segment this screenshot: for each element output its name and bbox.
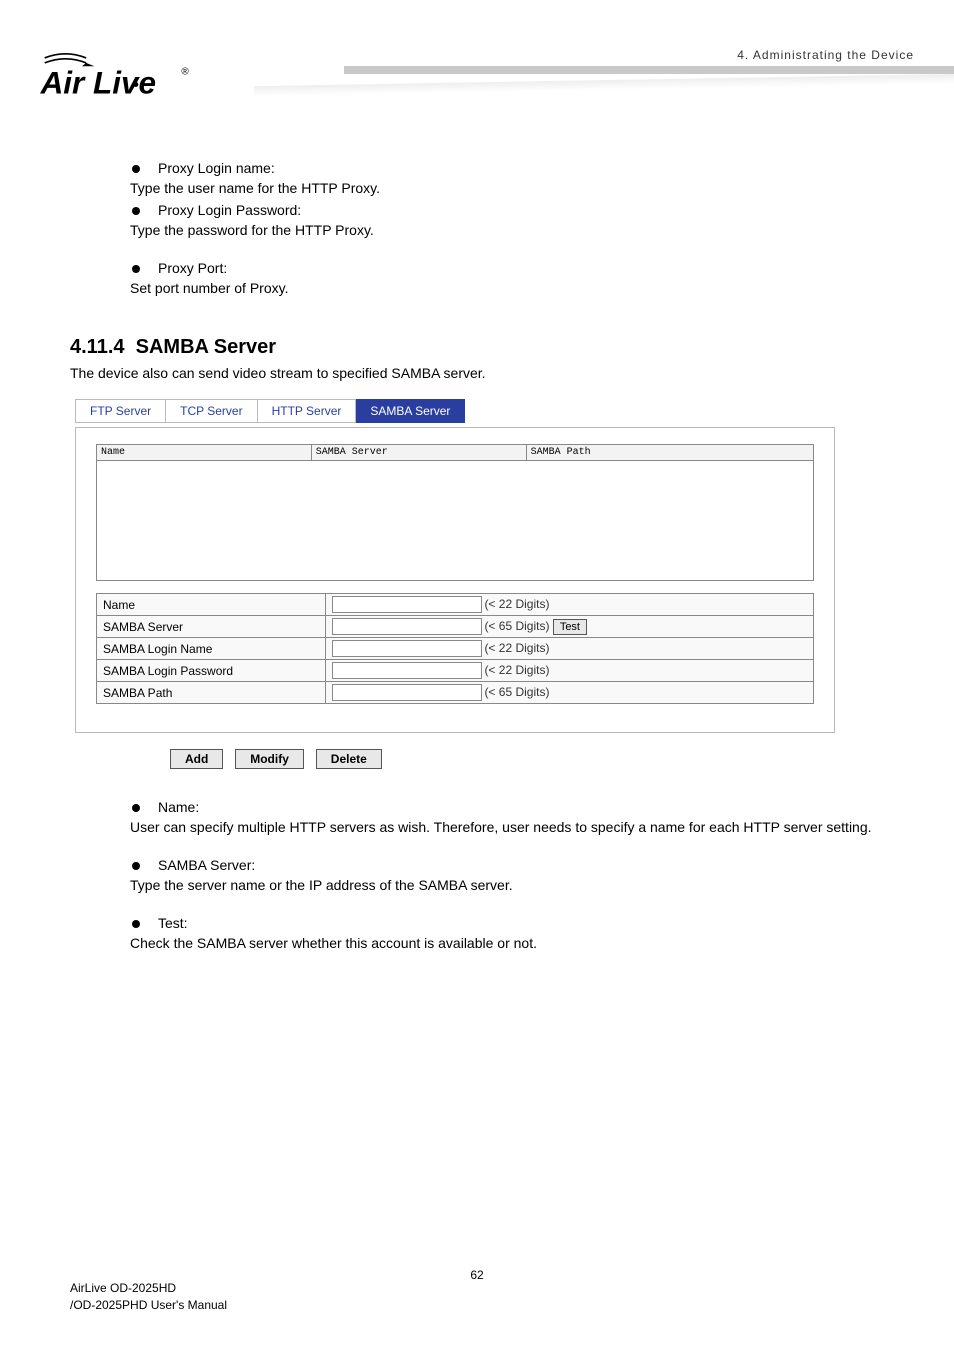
footer: AirLive OD-2025HD /OD-2025PHD User's Man…	[70, 1280, 227, 1314]
bullet-icon	[132, 920, 140, 928]
screenshot-panel: FTP Server TCP Server HTTP Server SAMBA …	[75, 399, 835, 769]
page-number: 62	[470, 1268, 483, 1282]
bullet-desc: Type the password for the HTTP Proxy.	[130, 222, 910, 238]
input-server[interactable]	[332, 618, 482, 635]
airlive-logo: Air Live ®	[40, 48, 240, 109]
header-shade	[254, 74, 954, 96]
bullet-icon	[132, 804, 140, 812]
header-bar	[344, 66, 954, 74]
label-login-password: SAMBA Login Password	[97, 660, 326, 682]
bullet-label: Proxy Login Password:	[158, 202, 301, 218]
bullet-desc: Set port number of Proxy.	[130, 280, 910, 296]
bullet-label: Test:	[158, 915, 188, 931]
bullet-icon	[132, 862, 140, 870]
row-login-password: SAMBA Login Password (< 22 Digits)	[97, 660, 814, 682]
bullet-icon	[132, 265, 140, 273]
bullet-desc: User can specify multiple HTTP servers a…	[130, 819, 910, 835]
bullet-icon	[132, 165, 140, 173]
label-name: Name	[97, 594, 326, 616]
lower-bullets: Name: User can specify multiple HTTP ser…	[130, 799, 910, 951]
bullet-desc: Check the SAMBA server whether this acco…	[130, 935, 910, 951]
tab-tcp[interactable]: TCP Server	[166, 399, 257, 423]
hint: (< 65 Digits)	[484, 685, 549, 699]
samba-form: Name (< 22 Digits) SAMBA Server (< 65 Di…	[96, 593, 814, 704]
bullet-label: Name:	[158, 799, 199, 815]
svg-text:®: ®	[181, 67, 189, 78]
tab-ftp[interactable]: FTP Server	[75, 399, 166, 423]
input-login-password[interactable]	[332, 662, 482, 679]
breadcrumb: 4. Administrating the Device	[737, 48, 914, 62]
section-heading: 4.11.4 SAMBA Server	[70, 336, 910, 359]
svg-text:Air Live: Air Live	[40, 66, 156, 101]
bullet-desc: Type the server name or the IP address o…	[130, 877, 910, 893]
bullet-label: SAMBA Server:	[158, 857, 255, 873]
section-desc: The device also can send video stream to…	[70, 365, 910, 381]
input-path[interactable]	[332, 684, 482, 701]
server-list-body[interactable]	[96, 461, 814, 581]
tab-samba[interactable]: SAMBA Server	[356, 399, 465, 423]
main-content: Proxy Login name: Type the user name for…	[130, 160, 910, 957]
label-login-name: SAMBA Login Name	[97, 638, 326, 660]
input-name[interactable]	[332, 596, 482, 613]
samba-panel: Name SAMBA Server SAMBA Path Name (< 22 …	[75, 427, 835, 733]
tab-bar: FTP Server TCP Server HTTP Server SAMBA …	[75, 399, 835, 423]
label-server: SAMBA Server	[97, 616, 326, 638]
hint: (< 22 Digits)	[484, 597, 549, 611]
input-login-name[interactable]	[332, 640, 482, 657]
panel-buttons: Add Modify Delete	[170, 749, 835, 769]
row-login-name: SAMBA Login Name (< 22 Digits)	[97, 638, 814, 660]
row-path: SAMBA Path (< 65 Digits)	[97, 682, 814, 704]
bullet-label: Proxy Login name:	[158, 160, 275, 176]
test-button[interactable]: Test	[553, 619, 587, 635]
add-button[interactable]: Add	[170, 749, 223, 769]
row-name: Name (< 22 Digits)	[97, 594, 814, 616]
label-path: SAMBA Path	[97, 682, 326, 704]
row-server: SAMBA Server (< 65 Digits) Test	[97, 616, 814, 638]
bullet-desc: Type the user name for the HTTP Proxy.	[130, 180, 910, 196]
server-list-header: Name SAMBA Server SAMBA Path	[96, 444, 814, 461]
col-server: SAMBA Server	[312, 445, 527, 460]
hint: (< 65 Digits)	[484, 619, 549, 633]
bullet-icon	[132, 207, 140, 215]
hint: (< 22 Digits)	[484, 641, 549, 655]
col-name: Name	[97, 445, 312, 460]
bullet-label: Proxy Port:	[158, 260, 227, 276]
col-path: SAMBA Path	[527, 445, 813, 460]
top-bullets: Proxy Login name:	[130, 160, 910, 176]
hint: (< 22 Digits)	[484, 663, 549, 677]
modify-button[interactable]: Modify	[235, 749, 304, 769]
delete-button[interactable]: Delete	[316, 749, 382, 769]
tab-http[interactable]: HTTP Server	[258, 399, 357, 423]
